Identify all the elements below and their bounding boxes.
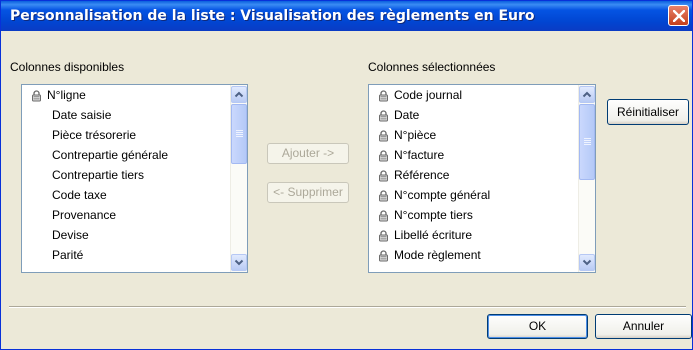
window-title: Personnalisation de la liste : Visualisa… (10, 8, 535, 24)
available-columns-label: Colonnes disponibles (10, 60, 125, 74)
list-item-label: N°compte tiers (394, 208, 473, 222)
list-item-label: Provenance (52, 208, 117, 222)
padlock-icon (379, 170, 388, 182)
list-item-label: Devise (52, 228, 89, 242)
list-item-label: Pièce trésorerie (52, 128, 137, 142)
padlock-icon (379, 110, 388, 122)
add-button[interactable]: Ajouter -> (267, 143, 349, 164)
list-item[interactable]: Libellé écriture (369, 227, 574, 244)
list-item[interactable]: Code taxe (22, 187, 227, 204)
list-item[interactable]: Date (369, 107, 574, 124)
chevron-up-icon (234, 91, 244, 98)
scroll-up-button[interactable] (231, 86, 247, 103)
list-item-label: Parité (52, 248, 84, 262)
scroll-down-button[interactable] (579, 254, 595, 271)
padlock-icon (379, 230, 388, 242)
scroll-up-button[interactable] (579, 86, 595, 103)
scroll-down-button[interactable] (231, 254, 247, 271)
chevron-up-icon (582, 91, 592, 98)
list-item-label: Contrepartie générale (52, 148, 169, 162)
list-item[interactable]: N°pièce (369, 127, 574, 144)
list-item-label: Contrepartie tiers (52, 168, 145, 182)
padlock-icon (379, 250, 388, 262)
available-columns-list[interactable]: N°ligne Date saisie Pièce trésorerie Contre… (21, 84, 248, 273)
list-item-label: N°ligne (47, 88, 86, 102)
selected-list-scrollbar[interactable] (578, 85, 595, 272)
list-item[interactable]: Parité (22, 247, 227, 264)
list-item[interactable]: Mode règlement (369, 247, 574, 264)
list-item[interactable]: Pièce trésorerie (22, 127, 227, 144)
list-item-label: Code taxe (52, 188, 107, 202)
list-item[interactable]: Provenance (22, 207, 227, 224)
list-item-label: Date saisie (52, 108, 112, 122)
chevron-down-icon (234, 259, 244, 266)
list-item[interactable]: N°ligne (22, 87, 227, 104)
close-button[interactable] (668, 5, 689, 26)
remove-button[interactable]: <- Supprimer (267, 182, 349, 203)
list-item[interactable]: Contrepartie générale (22, 147, 227, 164)
scroll-thumb[interactable] (231, 104, 247, 164)
list-item-label: N°facture (394, 148, 445, 162)
title-bar[interactable]: Personnalisation de la liste : Visualisa… (1, 1, 692, 31)
padlock-icon (379, 150, 388, 162)
list-item-label: Code journal (394, 88, 463, 102)
padlock-icon (379, 90, 388, 102)
chevron-down-icon (582, 259, 592, 266)
list-item-label: Date (394, 108, 420, 122)
list-item[interactable]: Date saisie (22, 107, 227, 124)
list-item[interactable]: Référence (369, 167, 574, 184)
dialog-window: Personnalisation de la liste : Visualisa… (0, 0, 693, 350)
list-item[interactable]: Devise (22, 227, 227, 244)
close-icon (673, 10, 685, 22)
padlock-icon (379, 190, 388, 202)
list-item[interactable]: Contrepartie tiers (22, 167, 227, 184)
list-item[interactable]: N°compte tiers (369, 207, 574, 224)
list-item-label: N°compte général (394, 188, 491, 202)
ok-button[interactable]: OK (487, 314, 588, 339)
padlock-icon (379, 130, 388, 142)
padlock-icon (379, 210, 388, 222)
list-item[interactable]: N°facture (369, 147, 574, 164)
available-list-scrollbar[interactable] (230, 85, 247, 272)
list-item-label: N°pièce (394, 128, 437, 142)
list-item-label: Mode règlement (394, 248, 481, 262)
list-item-label: Référence (394, 168, 450, 182)
reset-button[interactable]: Réinitialiser (607, 99, 689, 125)
divider (9, 306, 686, 308)
scroll-thumb[interactable] (579, 104, 595, 180)
selected-columns-list[interactable]: Code journal Date N°pièce N°facture Référenc… (368, 84, 596, 273)
cancel-button[interactable]: Annuler (595, 314, 692, 339)
list-item[interactable]: Code journal (369, 87, 574, 104)
list-item-label: Libellé écriture (394, 228, 473, 242)
selected-columns-label: Colonnes sélectionnées (368, 60, 496, 74)
list-item[interactable]: N°compte général (369, 187, 574, 204)
padlock-icon (32, 90, 41, 102)
